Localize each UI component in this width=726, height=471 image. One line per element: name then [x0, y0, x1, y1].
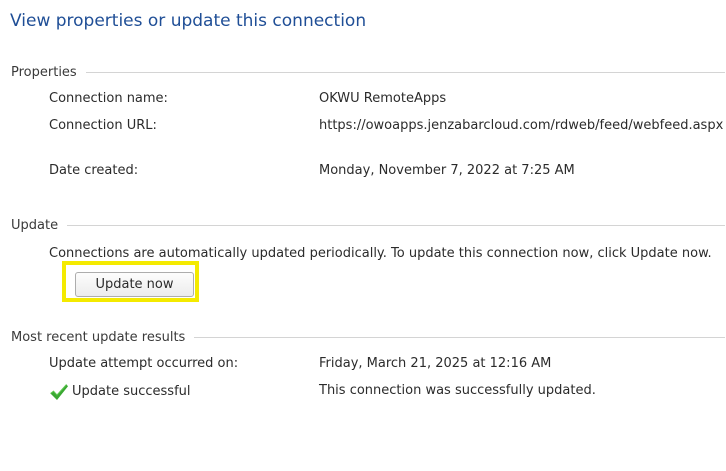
- section-divider: [85, 71, 725, 73]
- properties-header-label: Properties: [11, 64, 77, 80]
- date-created-value: Monday, November 7, 2022 at 7:25 AM: [319, 163, 575, 178]
- update-header-label: Update: [11, 217, 59, 233]
- connection-url-value: https://owoapps.jenzabarcloud.com/rdweb/…: [319, 118, 724, 133]
- results-header-label: Most recent update results: [11, 329, 186, 345]
- update-attempt-label: Update attempt occurred on:: [49, 356, 239, 371]
- checkmark-icon: [49, 383, 69, 401]
- page-title: View properties or update this connectio…: [10, 11, 367, 31]
- connection-url-label: Connection URL:: [49, 118, 157, 133]
- date-created-label: Date created:: [49, 163, 139, 178]
- connection-name-value: OKWU RemoteApps: [319, 91, 447, 106]
- update-attempt-value: Friday, March 21, 2025 at 12:16 AM: [319, 356, 552, 371]
- update-status-label: Update successful: [72, 384, 191, 399]
- update-status-message: This connection was successfully updated…: [319, 383, 596, 398]
- update-section-header: Update: [11, 217, 725, 233]
- results-section-header: Most recent update results: [11, 329, 725, 345]
- update-status: Update successful: [49, 383, 191, 401]
- update-now-button[interactable]: Update now: [75, 272, 194, 297]
- connection-name-label: Connection name:: [49, 91, 168, 106]
- section-divider: [194, 336, 725, 338]
- properties-section-header: Properties: [11, 64, 725, 80]
- section-divider: [67, 224, 725, 226]
